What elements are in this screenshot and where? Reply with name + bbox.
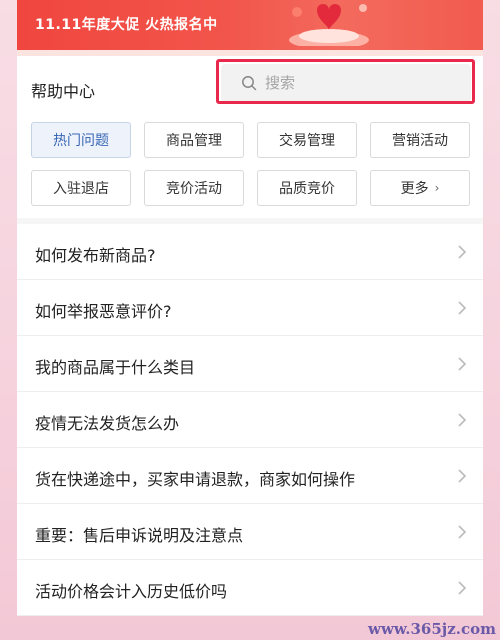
faq-item[interactable]: 如何举报恶意评价? — [17, 280, 483, 336]
search-box[interactable] — [221, 64, 471, 102]
chevron-right-icon: › — [434, 181, 440, 195]
faq-item[interactable]: 如何发布新商品? — [17, 224, 483, 280]
faq-item[interactable]: 我的商品属于什么类目 — [17, 336, 483, 392]
chevron-right-icon — [458, 581, 467, 595]
chevron-right-icon — [458, 357, 467, 371]
search-icon — [242, 76, 257, 91]
search-input[interactable] — [263, 73, 457, 93]
promo-banner-text: 11.11年度大促 火热报名中 — [35, 17, 218, 33]
tag-label: 营销活动 — [392, 133, 448, 149]
faq-item-text: 活动价格会计入历史低价吗 — [35, 582, 228, 601]
faq-item-text: 货在快递途中，买家申请退款，商家如何操作 — [35, 470, 356, 489]
faq-list: 如何发布新商品? 如何举报恶意评价? 我的商品属于什么类目 疫情无法发货怎么办 … — [17, 224, 483, 616]
faq-item-text: 我的商品属于什么类目 — [35, 358, 196, 377]
tag-label: 热门问题 — [53, 133, 109, 149]
tag-more[interactable]: 更多 › — [370, 170, 470, 206]
chevron-right-icon — [458, 413, 467, 427]
chevron-right-icon — [458, 469, 467, 483]
tag-label: 商品管理 — [166, 133, 222, 149]
faq-item[interactable]: 活动价格会计入历史低价吗 — [17, 560, 483, 616]
promo-banner[interactable]: 11.11年度大促 火热报名中 — [17, 0, 483, 50]
watermark: www.365jz.com — [368, 620, 496, 638]
faq-item-text: 疫情无法发货怎么办 — [35, 414, 180, 433]
tag-settle-exit-store[interactable]: 入驻退店 — [31, 170, 131, 206]
chevron-right-icon — [458, 525, 467, 539]
tag-label: 入驻退店 — [53, 181, 109, 197]
faq-item[interactable]: 疫情无法发货怎么办 — [17, 392, 483, 448]
chevron-right-icon — [458, 301, 467, 315]
tag-label: 交易管理 — [279, 133, 335, 149]
gift-icon — [289, 4, 369, 46]
faq-item[interactable]: 货在快递途中，买家申请退款，商家如何操作 — [17, 448, 483, 504]
faq-item[interactable]: 重要：售后申诉说明及注意点 — [17, 504, 483, 560]
chevron-right-icon — [458, 245, 467, 259]
tag-trade-management[interactable]: 交易管理 — [257, 122, 357, 158]
faq-item-text: 如何举报恶意评价? — [35, 302, 172, 321]
tag-product-management[interactable]: 商品管理 — [144, 122, 244, 158]
page-title: 帮助中心 — [31, 82, 96, 101]
tag-label: 更多 — [400, 181, 429, 197]
tag-bidding-activities[interactable]: 竞价活动 — [144, 170, 244, 206]
tag-quality-bidding[interactable]: 品质竞价 — [257, 170, 357, 206]
faq-item-text: 重要：售后申诉说明及注意点 — [35, 526, 244, 545]
faq-item-text: 如何发布新商品? — [35, 246, 156, 265]
tag-hot-questions[interactable]: 热门问题 — [31, 122, 131, 158]
help-center-panel: 11.11年度大促 火热报名中 帮助中心 热门问题 商品管理 交易管理 — [17, 0, 483, 616]
tag-label: 品质竞价 — [279, 181, 335, 197]
tag-marketing-activities[interactable]: 营销活动 — [370, 122, 470, 158]
header: 帮助中心 — [17, 56, 483, 116]
tag-label: 竞价活动 — [166, 181, 222, 197]
